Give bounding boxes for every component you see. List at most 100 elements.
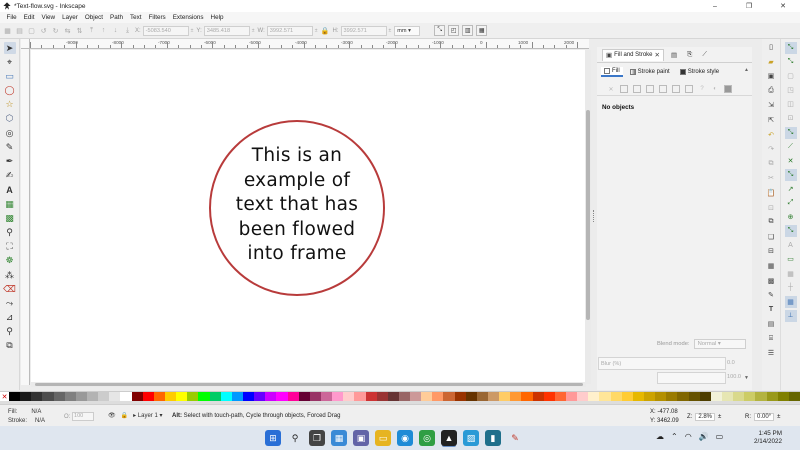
x-spin-icon[interactable]: ± <box>191 28 194 34</box>
paste-icon[interactable]: 📋 <box>766 188 776 198</box>
pencil-tool-icon[interactable]: ✎ <box>4 141 16 153</box>
flip-vertical-icon[interactable]: ⇅ <box>75 26 84 35</box>
horizontal-scroll-thumb[interactable] <box>35 383 583 386</box>
w-input[interactable]: 3992.571 <box>266 25 313 36</box>
scroll-up-icon[interactable]: ▲ <box>744 67 750 73</box>
chrome-icon[interactable]: ◎ <box>419 430 435 446</box>
fill-stroke-indicator[interactable]: Fill: N/A Stroke: N/A <box>8 408 45 426</box>
copy-icon[interactable]: ⧉ <box>766 159 776 169</box>
taskbar-clock[interactable]: 1:45 PM 2/14/2022 <box>748 430 782 446</box>
rotation-input[interactable]: 0.00° <box>754 413 775 421</box>
blend-mode-select[interactable]: Normal ▾ <box>693 339 746 349</box>
battery-icon[interactable]: ▭ <box>716 432 724 441</box>
flat-color-icon[interactable] <box>620 85 628 93</box>
lower-icon[interactable]: ↓ <box>111 26 120 35</box>
tab-fill-and-stroke[interactable]: ▣ Fill and Stroke ✕ <box>602 48 664 61</box>
menu-help[interactable]: Help <box>207 14 227 21</box>
undo-icon[interactable]: ↶ <box>766 130 776 140</box>
subtab-fill[interactable]: Fill <box>601 66 623 77</box>
lock-icon[interactable]: 🔒 <box>121 412 128 419</box>
menu-layer[interactable]: Layer <box>59 14 82 21</box>
cloud-icon[interactable]: ☁ <box>656 432 664 441</box>
xml-editor-icon[interactable]: ⌸ <box>766 334 776 344</box>
x-input[interactable]: -5083.540 <box>142 25 189 36</box>
import-icon[interactable]: ⇲ <box>766 100 776 110</box>
snap-object-center-icon[interactable]: ⊕ <box>785 211 797 223</box>
blur-value[interactable]: 0.0 <box>727 360 735 366</box>
snap-perpendicular-icon[interactable]: ⟂ <box>784 309 797 322</box>
clone-icon[interactable]: ❏ <box>766 232 776 242</box>
layers-dialog-icon[interactable]: ▤ <box>766 319 776 329</box>
select-all-layers-icon[interactable]: ▤ <box>15 26 24 35</box>
rectangle-tool-icon[interactable]: ▭ <box>4 70 16 82</box>
eraser-tool-icon[interactable]: ⌫ <box>3 283 16 295</box>
star-tool-icon[interactable]: ☆ <box>4 99 16 111</box>
scale-corners-toggle[interactable]: ◰ <box>448 25 460 36</box>
menu-extensions[interactable]: Extensions <box>169 14 207 21</box>
spiral-tool-icon[interactable]: ◎ <box>4 127 16 139</box>
new-document-icon[interactable]: ▯ <box>766 42 776 52</box>
snap-midpoint-icon[interactable]: ⤢ <box>785 197 797 209</box>
fill-rule-evenodd-icon[interactable]: ◐ <box>711 85 719 93</box>
cut-icon[interactable]: ✂ <box>766 173 776 183</box>
menu-file[interactable]: File <box>3 14 20 21</box>
pages-tool-icon[interactable]: ⧉ <box>4 340 16 352</box>
selector-tool-icon[interactable]: ➤ <box>3 42 16 54</box>
open-icon[interactable]: ▰ <box>766 57 776 67</box>
widgets-icon[interactable]: ▦ <box>331 430 347 446</box>
opacity-value[interactable]: 100.0 <box>727 374 741 380</box>
lower-to-bottom-icon[interactable]: ⤓ <box>123 26 132 35</box>
zoom-tool-icon[interactable]: ⚲ <box>4 326 16 338</box>
snap-bbox-corner-icon[interactable]: ◳ <box>785 84 797 96</box>
snap-path-icon[interactable]: ⟋ <box>785 141 797 153</box>
tab-brush[interactable]: ⟋ <box>699 49 710 61</box>
scale-stroke-toggle[interactable]: ⤡ <box>434 25 446 36</box>
snap-bbox-edge-icon[interactable]: ▢ <box>785 70 797 82</box>
y-spin-icon[interactable]: ± <box>252 28 255 34</box>
task-view-icon[interactable]: ❐ <box>309 430 325 446</box>
volume-icon[interactable]: 🔊 <box>699 432 709 441</box>
snap-text-baseline-icon[interactable]: A <box>785 239 797 251</box>
snap-others-icon[interactable]: ▦ <box>784 295 797 308</box>
swatch-icon[interactable] <box>685 85 693 93</box>
select-all-icon[interactable]: ▦ <box>3 26 12 35</box>
linear-gradient-icon[interactable] <box>633 85 641 93</box>
lock-ratio-icon[interactable]: 🔒 <box>321 26 330 35</box>
tab-layers[interactable]: ▤ <box>668 49 680 61</box>
menu-edit[interactable]: Edit <box>20 14 38 21</box>
color-palette[interactable]: ✕ <box>0 391 800 402</box>
horizontal-scrollbar[interactable] <box>31 382 586 387</box>
tweak-tool-icon[interactable]: ☸ <box>4 255 16 267</box>
snap-bbox-icon[interactable]: ⤡ <box>785 56 797 68</box>
raise-icon[interactable]: ↑ <box>99 26 108 35</box>
snap-toggle-icon[interactable]: ⤡ <box>784 42 797 54</box>
rotation-spin-icon[interactable]: ± <box>777 414 780 420</box>
scroll-down-icon[interactable]: ▼ <box>744 375 749 381</box>
horizontal-ruler[interactable]: -9000 -8000 -7000 -6000 -5000 -4000 -300… <box>30 39 589 49</box>
close-tab-icon[interactable]: ✕ <box>655 51 660 59</box>
menu-path[interactable]: Path <box>107 14 127 21</box>
h-spin-icon[interactable]: ± <box>389 28 392 34</box>
pattern-icon[interactable] <box>672 85 680 93</box>
calligraphy-tool-icon[interactable]: ✍ <box>4 170 16 182</box>
tab-document[interactable]: ⎘ <box>684 49 695 61</box>
align-distribute-icon[interactable]: ☰ <box>766 348 776 358</box>
ungroup-icon[interactable]: ▩ <box>766 276 776 286</box>
subtab-stroke-style[interactable]: Stroke style <box>677 68 722 76</box>
app-icon[interactable]: ▮ <box>485 430 501 446</box>
edge-icon[interactable]: ◉ <box>397 430 413 446</box>
teams-chat-icon[interactable]: ▣ <box>353 430 369 446</box>
eye-icon[interactable]: 👁 <box>108 412 116 419</box>
snap-rotation-center-icon[interactable]: ⤡ <box>784 225 797 238</box>
radial-gradient-icon[interactable] <box>646 85 654 93</box>
blur-slider[interactable]: Blur (%) <box>598 357 726 370</box>
menu-filters[interactable]: Filters <box>145 14 169 21</box>
y-input[interactable]: 3485.418 <box>203 25 250 36</box>
unset-paint-icon[interactable]: ? <box>698 85 706 93</box>
paint-bucket-tool-icon[interactable]: ⛶ <box>4 241 16 253</box>
zoom-selection-icon[interactable]: ⊡ <box>766 203 776 213</box>
snap-page-border-icon[interactable]: ▭ <box>785 253 797 265</box>
layer-dropdown[interactable]: ▸ Layer 1 ▾ <box>133 412 162 419</box>
text-tool-icon[interactable]: A <box>4 184 16 196</box>
fill-rule-nonzero-icon[interactable] <box>724 85 732 93</box>
